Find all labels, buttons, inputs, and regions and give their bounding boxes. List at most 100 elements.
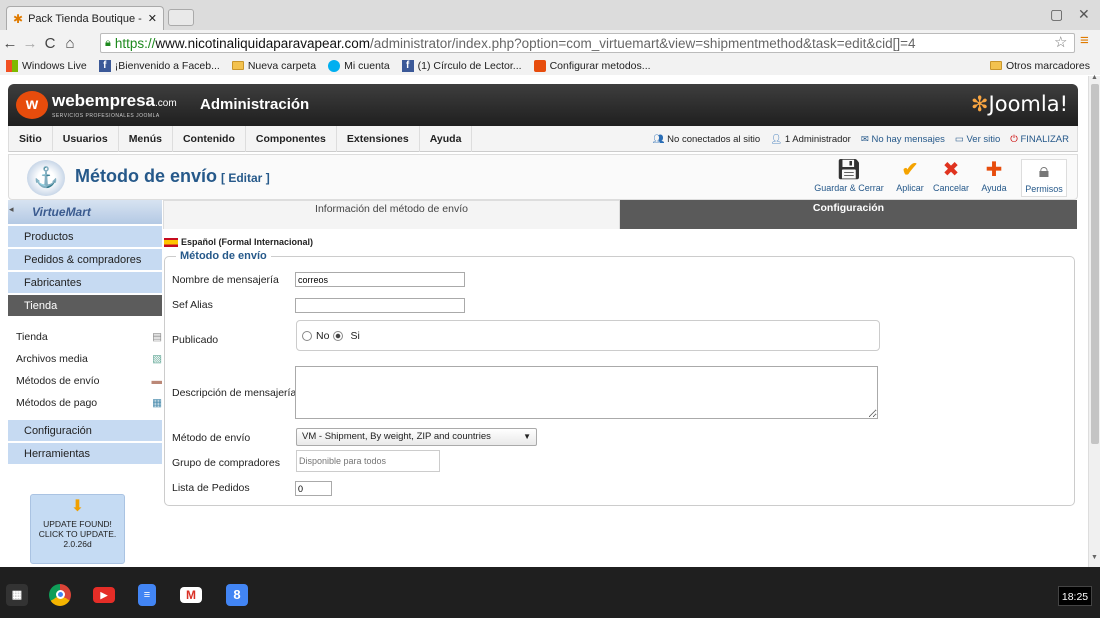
close-window-icon[interactable]: ✕ xyxy=(1078,6,1090,23)
users-icon: 👥︎ xyxy=(652,133,665,145)
published-yes-radio[interactable] xyxy=(333,330,344,341)
reload-icon[interactable]: C xyxy=(40,35,60,52)
group-field[interactable] xyxy=(296,450,440,472)
fieldset-legend: Método de envío xyxy=(176,250,271,262)
bookmark-facebook[interactable]: f ¡Bienvenido a Faceb... xyxy=(98,59,220,72)
sidebar-item-media[interactable]: Archivos media ▧ xyxy=(16,349,162,369)
save-close-button[interactable]: 💾︎ Guardar & Cerrar xyxy=(813,159,885,193)
url-scheme: https:// xyxy=(114,35,156,51)
home-icon[interactable]: ⌂ xyxy=(60,35,80,52)
sidebar-configuracion[interactable]: Configuración xyxy=(8,420,162,442)
sidebar-item-envio[interactable]: Métodos de envío ▬ xyxy=(16,371,162,391)
menu-contenido[interactable]: Contenido xyxy=(173,125,246,152)
bookmark-folder[interactable]: Nueva carpeta xyxy=(231,60,316,72)
view-site-link[interactable]: ▭ Ver sitio xyxy=(955,134,1000,145)
tab-config[interactable]: Configuración xyxy=(620,200,1077,229)
virtuemart-logo: VirtueMart xyxy=(8,200,162,224)
method-label: Método de envío xyxy=(172,432,251,444)
order-field[interactable] xyxy=(295,481,332,496)
apply-button[interactable]: ✔ Aplicar xyxy=(893,159,927,193)
bookmark-configurar[interactable]: Configurar metodos... xyxy=(533,59,651,72)
page-scrollbar[interactable]: ▲ ▼ xyxy=(1088,74,1100,567)
published-radio-group: No Si xyxy=(296,320,880,351)
os-taskbar: ▦ ▶ ≡ M 8 18:25 xyxy=(0,567,1100,618)
spain-flag-icon xyxy=(164,237,178,247)
cancel-button[interactable]: ✖ Cancelar xyxy=(931,159,971,193)
admin-icon: 👤︎ xyxy=(770,133,783,145)
skype-icon xyxy=(328,59,341,72)
forward-icon[interactable]: → xyxy=(20,35,40,52)
close-tab-icon[interactable]: ✕ xyxy=(148,12,157,25)
brand-name: webempresa xyxy=(52,90,155,110)
name-field[interactable] xyxy=(295,272,465,287)
tab-title: Pack Tienda Boutique - Ad xyxy=(28,12,143,25)
payment-icon: ▦ xyxy=(152,397,162,409)
menu-usuarios[interactable]: Usuarios xyxy=(53,125,119,152)
menu-componentes[interactable]: Componentes xyxy=(246,125,337,152)
order-label: Lista de Pedidos xyxy=(172,482,250,494)
sidebar-pedidos[interactable]: Pedidos & compradores xyxy=(8,249,162,271)
facebook-icon: f xyxy=(98,59,111,72)
help-button[interactable]: ✚ Ayuda xyxy=(977,159,1011,193)
browser-tab[interactable]: ✱ Pack Tienda Boutique - Ad ✕ xyxy=(6,6,164,30)
admins-status: 👤︎ 1 Administrador xyxy=(770,133,851,145)
alias-field[interactable] xyxy=(295,298,465,313)
published-no-radio[interactable] xyxy=(302,330,312,341)
sidebar-productos[interactable]: Productos xyxy=(8,226,162,248)
new-tab-button[interactable] xyxy=(168,9,194,26)
permissions-button[interactable]: 🔒︎ Permisos xyxy=(1021,159,1067,197)
store-icon: ▤ xyxy=(152,331,162,343)
menu-sitio[interactable]: Sitio xyxy=(9,125,53,152)
other-bookmarks[interactable]: Otros marcadores xyxy=(989,60,1100,72)
windows-icon xyxy=(6,59,18,72)
sidebar-item-pago[interactable]: Métodos de pago ▦ xyxy=(16,393,162,413)
back-icon[interactable]: ← xyxy=(0,35,20,52)
bookmark-star-icon[interactable]: ☆ xyxy=(1054,33,1067,51)
collapse-sidebar-icon[interactable]: ◂ xyxy=(9,204,14,215)
update-notice[interactable]: ⬇ UPDATE FOUND! CLICK TO UPDATE. 2.0.26d xyxy=(30,494,125,564)
published-label: Publicado xyxy=(172,334,219,346)
bookmark-circulo[interactable]: f (1) Círculo de Lector... xyxy=(401,59,522,72)
messages-link[interactable]: ✉ No hay mensajes xyxy=(861,134,945,145)
scroll-down-icon[interactable]: ▼ xyxy=(1091,554,1098,561)
admin-menu: Sitio Usuarios Menús Contenido Component… xyxy=(8,125,1078,152)
menu-menus[interactable]: Menús xyxy=(119,125,173,152)
group-label: Grupo de compradores xyxy=(172,457,280,469)
logout-link[interactable]: ⏻ FINALIZAR xyxy=(1010,134,1069,145)
menu-ayuda[interactable]: Ayuda xyxy=(420,125,473,152)
sidebar-fabricantes[interactable]: Fabricantes xyxy=(8,272,162,294)
lock-icon: 🔒︎ xyxy=(105,36,111,49)
sidebar-herramientas[interactable]: Herramientas xyxy=(8,443,162,465)
url-input[interactable]: 🔒︎ https:// www.nicotinaliquidaparavapea… xyxy=(100,33,1075,53)
admin-header: w webempresa.com SERVICIOS PROFESIONALES… xyxy=(8,84,1078,126)
scroll-up-icon[interactable]: ▲ xyxy=(1091,74,1098,81)
method-select[interactable]: VM - Shipment, By weight, ZIP and countr… xyxy=(296,428,537,446)
tab-info[interactable]: Información del método de envío xyxy=(163,200,620,229)
docs-icon[interactable]: ≡ xyxy=(138,584,156,606)
folder-icon xyxy=(989,61,1002,70)
floppy-icon: 💾︎ xyxy=(836,159,862,181)
google-search-icon[interactable]: 8 xyxy=(226,584,248,606)
edit-tabs: Información del método de envío Configur… xyxy=(163,200,1077,229)
lock-icon: 🔒︎ xyxy=(1038,160,1050,182)
menu-extensiones[interactable]: Extensiones xyxy=(337,125,420,152)
sidebar-tienda[interactable]: Tienda xyxy=(8,295,162,317)
chrome-icon[interactable] xyxy=(49,584,71,606)
truck-icon: ▬ xyxy=(151,375,163,387)
bookmark-mi-cuenta[interactable]: Mi cuenta xyxy=(328,59,390,72)
bookmark-windows-live[interactable]: Windows Live xyxy=(6,59,87,72)
page-title: Método de envío[ Editar ] xyxy=(75,166,270,186)
published-yes-label: Si xyxy=(350,329,360,342)
webempresa-logo[interactable]: w webempresa.com SERVICIOS PROFESIONALES… xyxy=(16,91,177,119)
browser-chrome: ✱ Pack Tienda Boutique - Ad ✕ ▢ ✕ ← → C … xyxy=(0,0,1100,75)
app-launcher-icon[interactable]: ▦ xyxy=(6,584,28,606)
scrollbar-thumb[interactable] xyxy=(1091,84,1099,444)
chrome-menu-icon[interactable]: ≡ xyxy=(1080,32,1089,49)
youtube-icon[interactable]: ▶ xyxy=(93,587,115,603)
sidebar-item-tienda[interactable]: Tienda ▤ xyxy=(16,327,162,347)
description-textarea[interactable] xyxy=(295,366,878,419)
minimize-icon[interactable]: ▢ xyxy=(1050,6,1063,23)
dropdown-arrow-icon: ▼ xyxy=(523,432,531,441)
toolbar: ⚓ Método de envío[ Editar ] 💾︎ Guardar & … xyxy=(8,154,1078,200)
gmail-icon[interactable]: M xyxy=(180,587,202,603)
